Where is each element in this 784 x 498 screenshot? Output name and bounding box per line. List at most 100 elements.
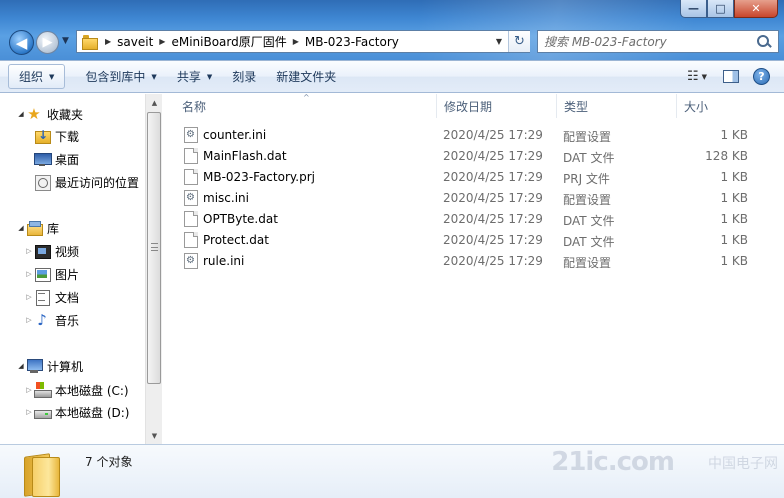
refresh-button[interactable]: ↻ (508, 31, 530, 52)
sidebar-item-drive-c[interactable]: ▷ 本地磁盘 (C:) (0, 380, 129, 400)
expand-icon[interactable]: ▷ (24, 316, 34, 324)
column-header-date[interactable]: 修改日期 (437, 94, 557, 118)
column-header-type[interactable]: 类型 (557, 94, 677, 118)
system-drive-icon (34, 382, 52, 398)
sidebar-item-drive-d[interactable]: ▷ 本地磁盘 (D:) (0, 402, 129, 422)
command-bar: 组织 ▼ 包含到库中 ▼ 共享 ▼ 刻录 新建文件夹 ☷ ▼ ? (0, 60, 784, 93)
help-icon[interactable]: ? (753, 68, 770, 85)
file-name: MB-023-Factory.prj (203, 170, 315, 184)
expand-icon[interactable]: ▷ (24, 408, 34, 416)
collapse-icon[interactable]: ◢ (16, 224, 26, 232)
ini-settings-icon (184, 253, 198, 269)
organize-button[interactable]: 组织 ▼ (8, 64, 66, 89)
details-pane: 7 个对象 21ic.com 中国电子网 (0, 444, 784, 498)
downloads-folder-icon (34, 128, 51, 144)
sidebar-item-label: 计算机 (47, 359, 84, 374)
file-icon (184, 232, 198, 248)
drive-icon (34, 404, 52, 420)
file-list: ^ 名称 修改日期 类型 大小 counter.ini2020/4/25 17:… (163, 93, 784, 444)
breadcrumb-saveit[interactable]: saveit (117, 35, 153, 49)
file-date: 2020/4/25 17:29 (443, 149, 543, 163)
watermark-logo: 21ic.com (551, 447, 675, 477)
file-row[interactable]: counter.ini 2020/4/25 17:29 配置设置 1 KB (163, 125, 784, 146)
sidebar-item-label: 图片 (55, 267, 80, 282)
sidebar-item-libraries[interactable]: ◢ 库 (0, 218, 59, 238)
change-view-button[interactable]: ☷ ▼ (687, 69, 709, 84)
file-row[interactable]: OPTByte.dat 2020/4/25 17:29 DAT 文件 1 KB (163, 209, 784, 230)
close-button[interactable]: ✕ (734, 0, 778, 18)
include-in-library-button[interactable]: 包含到库中 ▼ (75, 64, 166, 89)
file-row[interactable]: Protect.dat 2020/4/25 17:29 DAT 文件 1 KB (163, 230, 784, 251)
expand-icon[interactable]: ▷ (24, 386, 34, 394)
sidebar-item-label: 下载 (55, 129, 80, 144)
file-size: 1 KB (720, 233, 748, 247)
sidebar-item-pictures[interactable]: ▷ 图片 (0, 264, 79, 284)
expand-icon[interactable]: ▷ (24, 247, 34, 255)
collapse-icon[interactable]: ◢ (16, 110, 26, 118)
search-input[interactable]: 搜索 MB-023-Factory (544, 33, 754, 50)
burn-button[interactable]: 刻录 (222, 64, 266, 89)
file-type: 配置设置 (563, 256, 612, 270)
breadcrumb-separator[interactable]: ▶ (105, 37, 111, 46)
scroll-up-button[interactable]: ▲ (146, 94, 163, 111)
forward-button[interactable]: ▶ (36, 31, 59, 54)
include-in-library-label: 包含到库中 (85, 70, 146, 84)
scrollbar-thumb[interactable] (147, 112, 161, 384)
expand-icon[interactable]: ▷ (24, 293, 34, 301)
breadcrumb-mb-023-factory[interactable]: MB-023-Factory (305, 35, 399, 49)
sidebar-scrollbar[interactable]: ▲ ▼ (145, 94, 162, 444)
ini-settings-icon (184, 190, 198, 206)
sidebar-item-label: 库 (47, 221, 60, 236)
sidebar-item-videos[interactable]: ▷ 视频 (0, 241, 79, 261)
file-row[interactable]: rule.ini 2020/4/25 17:29 配置设置 1 KB (163, 251, 784, 272)
chevron-down-icon: ▼ (151, 72, 157, 81)
share-button[interactable]: 共享 ▼ (167, 64, 222, 89)
views-icon: ☷ (687, 69, 699, 84)
column-header-size[interactable]: 大小 (677, 94, 757, 118)
file-date: 2020/4/25 17:29 (443, 191, 543, 205)
file-row[interactable]: misc.ini 2020/4/25 17:29 配置设置 1 KB (163, 188, 784, 209)
expand-icon[interactable]: ▷ (24, 270, 34, 278)
chevron-down-icon: ▼ (206, 72, 213, 81)
collapse-icon[interactable]: ◢ (16, 362, 26, 370)
preview-pane-icon[interactable] (723, 70, 739, 83)
file-date: 2020/4/25 17:29 (443, 254, 543, 268)
column-header-name[interactable]: 名称 (175, 94, 437, 118)
sidebar-item-desktop[interactable]: 桌面 (34, 149, 79, 169)
new-folder-button[interactable]: 新建文件夹 (266, 64, 346, 89)
breadcrumb-eminiboard[interactable]: eMiniBoard原厂固件 (171, 33, 286, 50)
minimize-button[interactable]: — (680, 0, 707, 18)
search-icon[interactable] (754, 32, 774, 52)
file-type: 配置设置 (563, 130, 612, 144)
file-row[interactable]: MainFlash.dat 2020/4/25 17:29 DAT 文件 128 KB (163, 146, 784, 167)
file-date: 2020/4/25 17:29 (443, 233, 543, 247)
sidebar-item-documents[interactable]: ▷ 文档 (0, 287, 79, 307)
maximize-button[interactable]: □ (707, 0, 734, 18)
file-row[interactable]: MB-023-Factory.prj 2020/4/25 17:29 PRJ 文件 1… (163, 167, 784, 188)
file-type: PRJ 文件 (563, 172, 610, 186)
sidebar-item-music[interactable]: ▷ ♪ 音乐 (0, 310, 79, 330)
file-icon (184, 169, 198, 185)
sidebar-item-downloads[interactable]: 下载 (34, 126, 79, 146)
sidebar-item-recent-places[interactable]: 最近访问的位置 (34, 172, 139, 192)
file-size: 128 KB (705, 149, 748, 163)
breadcrumb-separator[interactable]: ▶ (293, 37, 299, 46)
breadcrumb-separator[interactable]: ▶ (159, 37, 165, 46)
computer-icon (26, 358, 43, 374)
folder-icon (81, 34, 99, 50)
music-icon: ♪ (37, 311, 47, 329)
item-count: 7 个对象 (85, 455, 133, 469)
sidebar-item-favorites[interactable]: ◢ ★ 收藏夹 (0, 104, 83, 124)
sidebar-item-label: 最近访问的位置 (55, 175, 140, 190)
back-button[interactable]: ◀ (9, 30, 34, 55)
recent-pages-dropdown[interactable]: ▼ (62, 36, 69, 46)
folder-icon (22, 451, 62, 497)
address-dropdown-button[interactable]: ▼ (491, 31, 507, 52)
scroll-down-button[interactable]: ▼ (146, 427, 163, 444)
search-box[interactable]: 搜索 MB-023-Factory (537, 30, 779, 53)
sidebar-item-label: 本地磁盘 (C:) (55, 383, 129, 398)
watermark-text: 中国电子网 (708, 456, 778, 472)
sidebar-item-computer[interactable]: ◢ 计算机 (0, 356, 83, 376)
address-bar[interactable]: ▶ saveit ▶ eMiniBoard原厂固件 ▶ MB-023-Facto… (76, 30, 530, 53)
sidebar-item-label: 收藏夹 (47, 107, 84, 122)
